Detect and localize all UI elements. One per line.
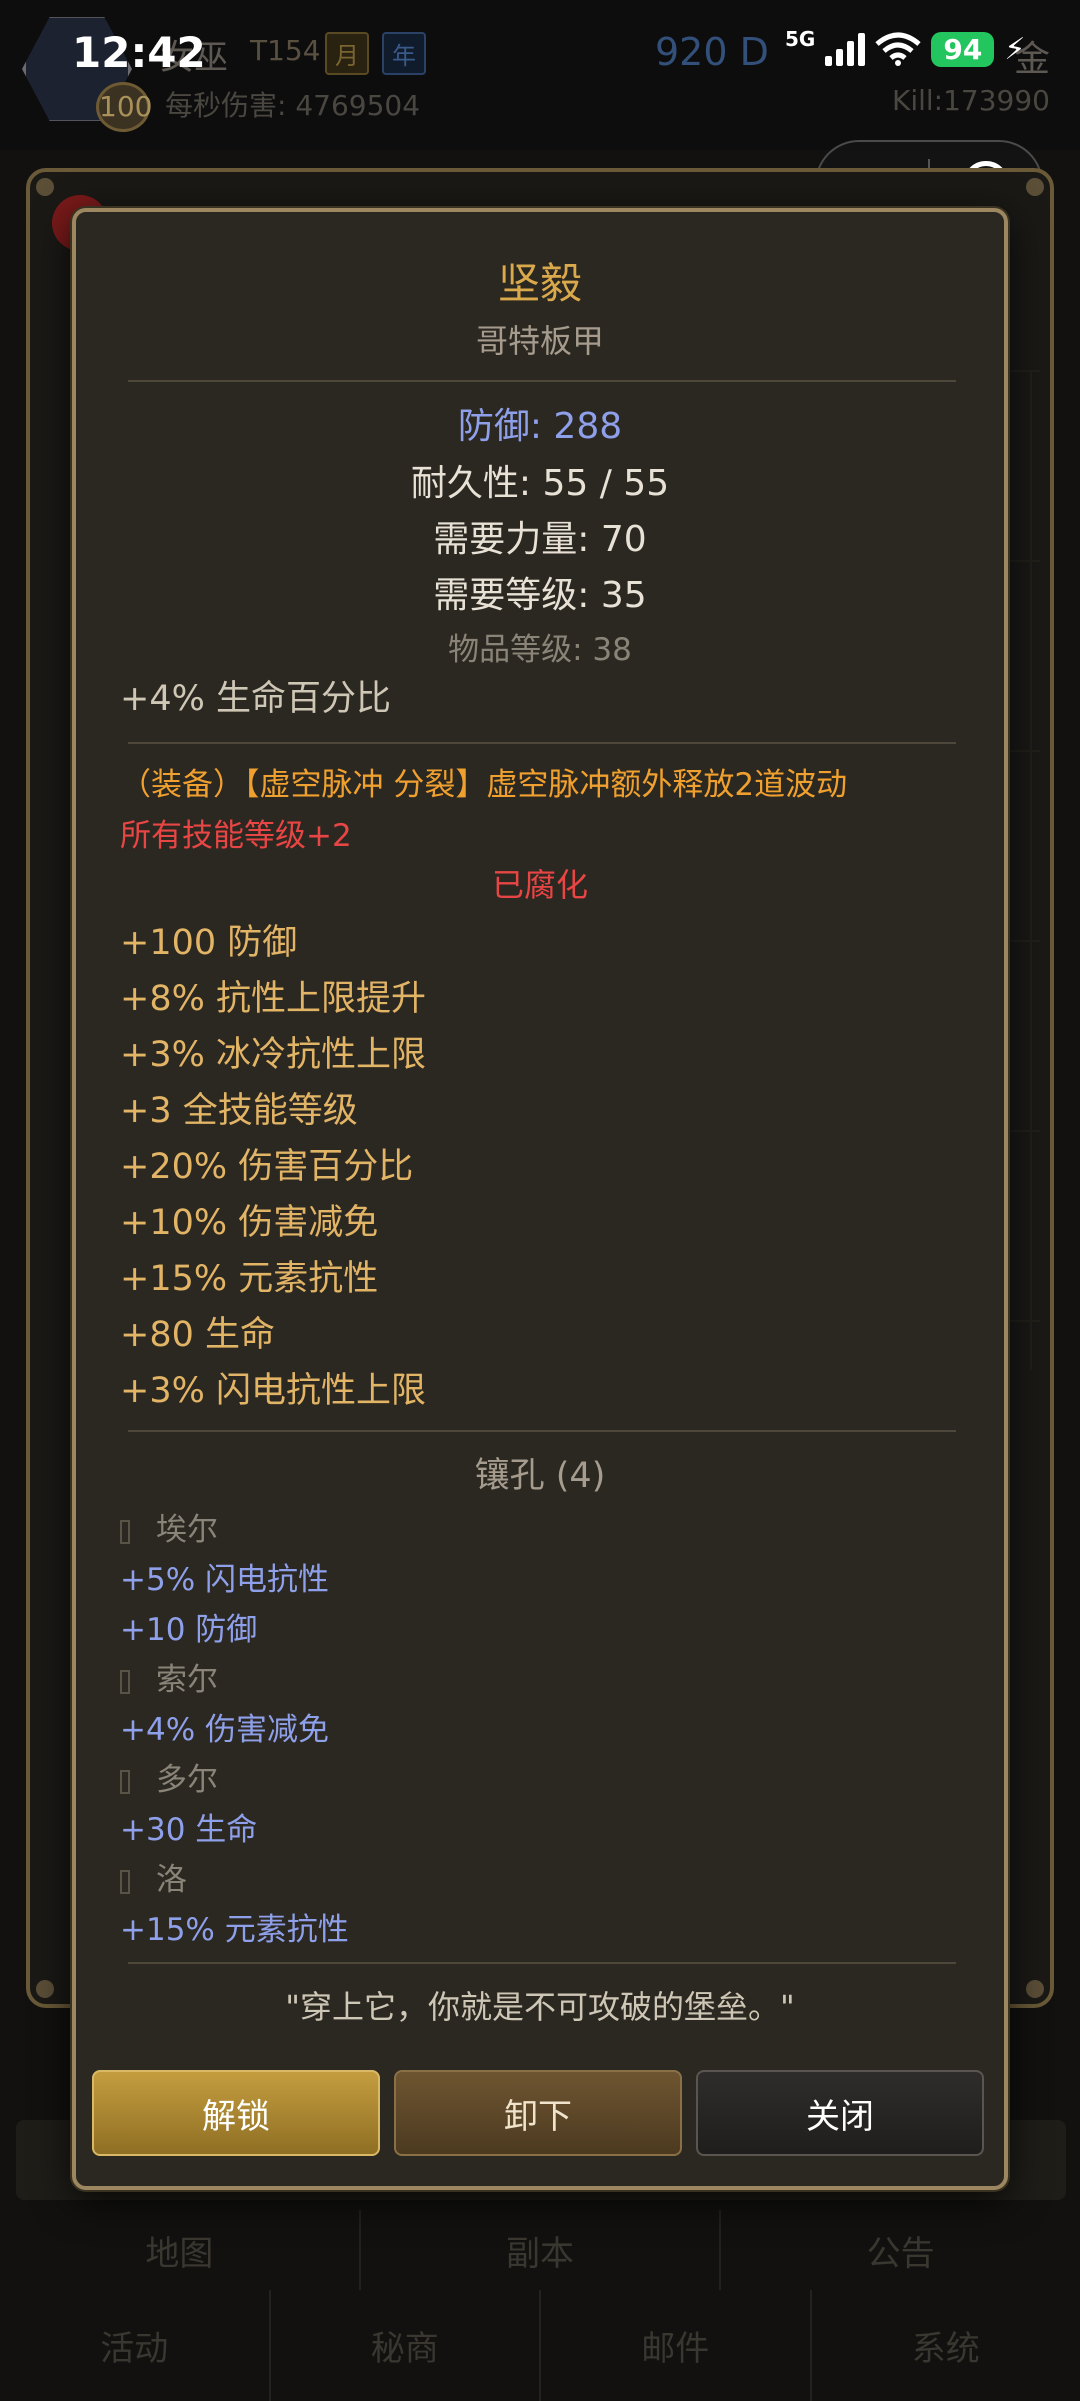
rune-stat: +10 防御 <box>120 1612 258 1648</box>
required-strength: 需要力量: 70 <box>433 519 647 560</box>
equip-effect: （装备）【虚空脉冲 分裂】虚空脉冲额外释放2道波动 <box>120 767 848 803</box>
rune-stat: +4% 伤害减免 <box>120 1712 330 1748</box>
affix-mod: +80 生命 <box>120 1315 275 1355</box>
socket-rune: 多尔 <box>120 1754 218 1799</box>
year-card-tag[interactable]: 年 <box>382 32 426 75</box>
rune-stat: +15% 元素抗性 <box>120 1912 349 1948</box>
dps-readout: 每秒伤害: 4769504 <box>165 89 421 122</box>
close-button[interactable]: 关闭 <box>696 2070 984 2156</box>
divider <box>128 380 956 382</box>
affix-mod: +3 全技能等级 <box>120 1091 358 1131</box>
diamond-count: 920 D <box>655 30 769 74</box>
item-type: 哥特板甲 <box>475 322 604 360</box>
affix-mod: +3% 闪电抗性上限 <box>120 1371 426 1411</box>
affix-mod: +8% 抗性上限提升 <box>120 979 426 1019</box>
wifi-icon <box>875 32 921 66</box>
nav-system[interactable]: 系统 <box>812 2290 1080 2401</box>
affix-mod: +10% 伤害减免 <box>120 1203 379 1243</box>
divider <box>128 742 956 744</box>
defense-stat: 防御: 288 <box>457 406 623 447</box>
socket-rune: 索尔 <box>120 1654 218 1699</box>
bottom-nav-row1: 地图 副本 公告 <box>0 2210 1080 2290</box>
bottom-nav-row2: 活动 秘商 邮件 系统 <box>0 2290 1080 2401</box>
socket-rune: 埃尔 <box>120 1504 218 1549</box>
tier-label: T154 <box>250 34 321 67</box>
socket-rune: 洛 <box>120 1854 187 1899</box>
nav-dungeon[interactable]: 副本 <box>361 2210 722 2290</box>
required-level: 需要等级: 35 <box>433 575 647 616</box>
divider <box>128 1430 956 1432</box>
sockets-title: 镶孔 (4) <box>474 1456 606 1496</box>
durability-stat: 耐久性: 55 / 55 <box>410 463 670 504</box>
implicit-mod: +4% 生命百分比 <box>120 679 391 719</box>
charging-icon: ⚡ <box>1004 31 1026 67</box>
battery-indicator: 94 <box>931 31 995 67</box>
affix-mod: +20% 伤害百分比 <box>120 1147 414 1187</box>
item-name: 坚毅 <box>497 259 582 308</box>
socket-icon <box>120 1669 130 1694</box>
nav-events[interactable]: 活动 <box>0 2290 271 2401</box>
status-icons: 5G 94 ⚡ <box>785 26 1025 72</box>
affix-mod: +15% 元素抗性 <box>120 1259 379 1299</box>
rune-stat: +5% 闪电抗性 <box>120 1562 330 1598</box>
nav-map[interactable]: 地图 <box>0 2210 361 2290</box>
socket-icon <box>120 1869 130 1894</box>
kill-count: Kill:173990 <box>891 84 1050 117</box>
rune-stat: +30 生命 <box>120 1812 258 1848</box>
level-badge: 100 <box>96 82 152 132</box>
status-time: 12:42 <box>72 28 206 77</box>
affix-mod: +100 防御 <box>120 923 298 963</box>
nav-merchant[interactable]: 秘商 <box>271 2290 541 2401</box>
nav-announcement[interactable]: 公告 <box>721 2210 1080 2290</box>
nav-mail[interactable]: 邮件 <box>541 2290 812 2401</box>
socket-icon <box>120 1769 130 1794</box>
unlock-button[interactable]: 解锁 <box>92 2070 380 2156</box>
skill-bonus: 所有技能等级+2 <box>120 818 352 854</box>
unequip-button[interactable]: 卸下 <box>394 2070 682 2156</box>
item-detail-modal: 坚毅 哥特板甲 防御: 288 耐久性: 55 / 55 需要力量: 70 需要… <box>72 208 1008 2190</box>
item-level: 物品等级: 38 <box>448 632 632 668</box>
flavor-text: "穿上它，你就是不可攻破的堡垒。" <box>285 1988 795 2026</box>
network-5g-icon: 5G <box>785 27 816 51</box>
divider <box>128 1962 956 1964</box>
corrupted-label: 已腐化 <box>491 866 588 904</box>
month-card-tag[interactable]: 月 <box>325 32 369 75</box>
signal-icon <box>825 32 866 66</box>
affix-mod: +3% 冰冷抗性上限 <box>120 1035 426 1075</box>
socket-icon <box>120 1519 130 1544</box>
